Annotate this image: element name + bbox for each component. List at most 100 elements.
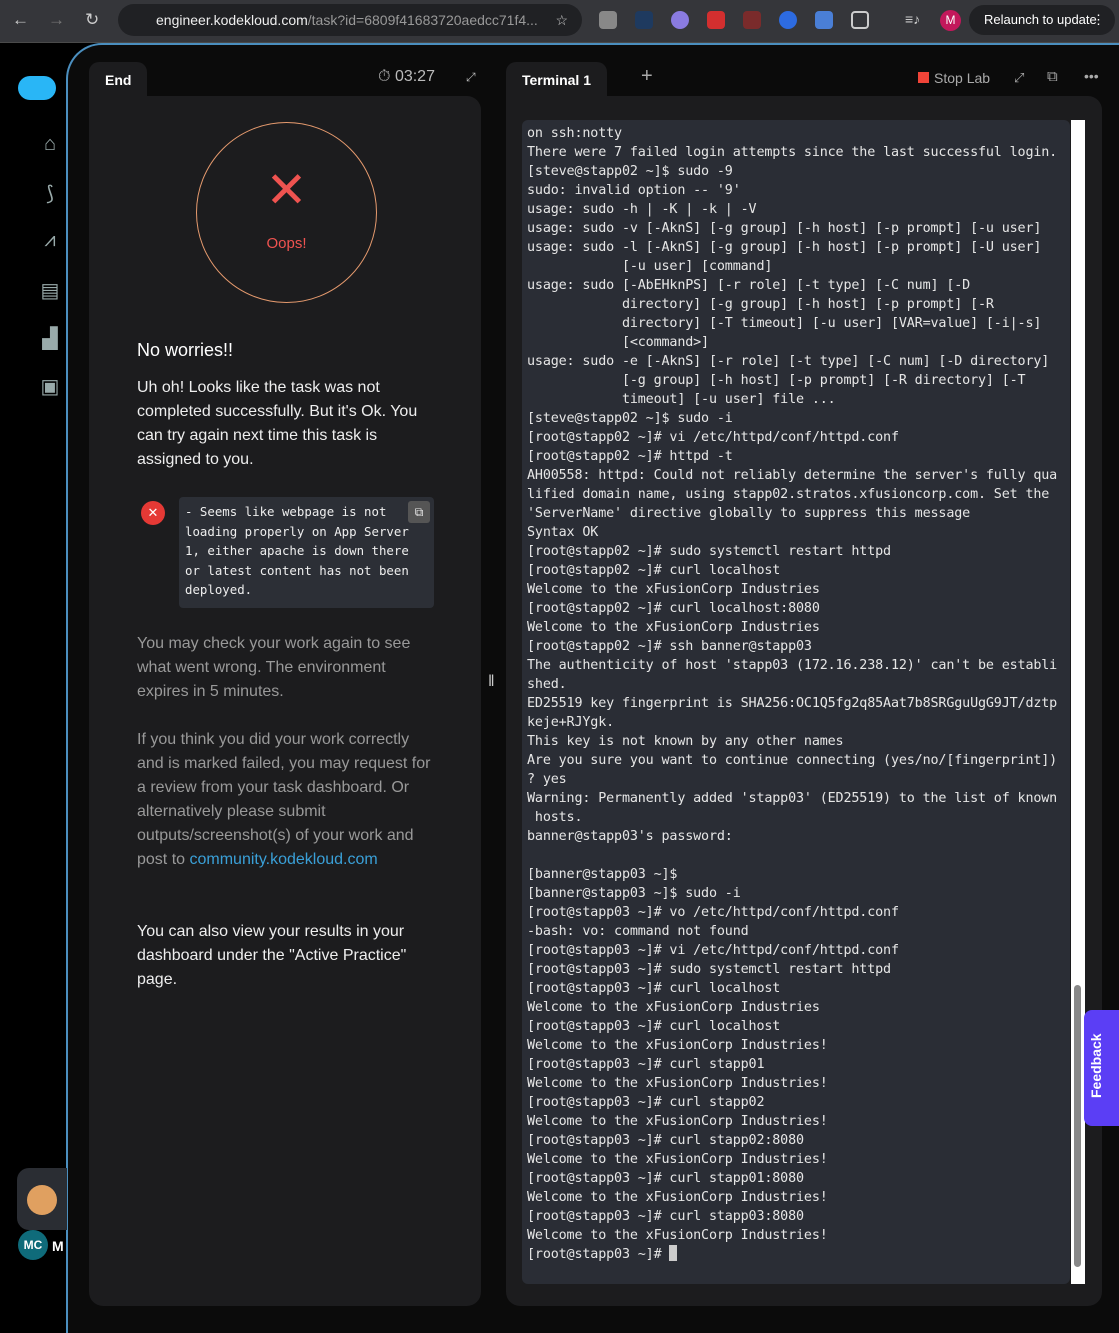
stopwatch-icon: ⏱ xyxy=(378,68,391,85)
terminal-line: timeout] [-u user] file ... xyxy=(621,392,836,407)
terminal-line: [-u user] [command] xyxy=(621,259,773,274)
error-icon: ✕ xyxy=(141,501,165,525)
terminal-line: [<command>] xyxy=(621,335,709,350)
stop-lab-button[interactable]: Stop Lab xyxy=(918,70,990,86)
terminal-line: 'ServerName' directive globally to suppr… xyxy=(527,506,971,521)
terminal-line: [steve@stapp02 ~]$ sudo -9 xyxy=(527,164,733,179)
extension-icon[interactable] xyxy=(707,11,725,29)
terminal-line: [root@stapp02 ~]# vi /etc/httpd/conf/htt… xyxy=(527,430,899,445)
terminal-line: [root@stapp03 ~]# curl stapp01:8080 xyxy=(527,1171,804,1186)
terminal-line: [root@stapp02 ~]# curl localhost:8080 xyxy=(527,601,820,616)
courses-icon[interactable]: ▤ xyxy=(38,278,62,302)
terminal-line: [root@stapp03 ~]# vo /etc/httpd/conf/htt… xyxy=(527,905,899,920)
user-initials[interactable]: MC xyxy=(18,1230,48,1260)
extension-icon[interactable] xyxy=(779,11,797,29)
terminal-line: [banner@stapp03 ~]$ sudo -i xyxy=(527,886,741,901)
terminal-line: Warning: Permanently added 'stapp03' (ED… xyxy=(527,791,1058,806)
terminal-line: [root@stapp02 ~]# curl localhost xyxy=(527,563,781,578)
terminal-prompt: [root@stapp03 ~]# xyxy=(527,1247,670,1262)
home-icon[interactable]: ⌂ xyxy=(38,133,62,155)
progress-icon[interactable]: ⩘ xyxy=(38,229,62,251)
reload-icon[interactable]: ↻ xyxy=(85,10,99,30)
error-message-card: - Seems like webpage is not loading prop… xyxy=(179,497,434,608)
terminal-line: on ssh:notty xyxy=(527,126,622,141)
add-tab-button[interactable]: + xyxy=(641,65,653,88)
terminal-line: directory] [-T timeout] [-u user] [VAR=v… xyxy=(621,316,1042,331)
terminal-line: AH00558: httpd: Could not reliably deter… xyxy=(527,468,1058,483)
terminal-line: lified domain name, using stapp02.strato… xyxy=(527,487,1050,502)
review-text: If you think you did your work correctly… xyxy=(137,731,431,868)
back-icon[interactable]: ← xyxy=(12,10,29,30)
status-text: Oops! xyxy=(266,235,307,252)
terminal-line: Welcome to the xFusionCorp Industries xyxy=(527,620,820,635)
media-icon[interactable]: ≡♪ xyxy=(905,11,923,29)
scrollbar-thumb[interactable] xyxy=(1074,985,1081,1267)
terminal-line: [root@stapp03 ~]# sudo systemctl restart… xyxy=(527,962,891,977)
more-options-icon[interactable]: ••• xyxy=(1084,68,1099,84)
terminal-line: sudo: invalid option -- '9' xyxy=(527,183,741,198)
terminal-line: Welcome to the xFusionCorp Industries! xyxy=(527,1038,828,1053)
result-heading: No worries!! xyxy=(137,340,234,360)
feedback-button[interactable]: Feedback xyxy=(1084,1010,1119,1126)
result-message: Uh oh! Looks like the task was not compl… xyxy=(137,379,418,468)
forward-icon[interactable]: → xyxy=(48,10,65,30)
terminal-line: [root@stapp03 ~]# curl localhost xyxy=(527,981,781,996)
terminal-line: Welcome to the xFusionCorp Industries! xyxy=(527,1076,828,1091)
close-x-icon: ✕ xyxy=(265,162,308,218)
feedback-icon[interactable]: ▣ xyxy=(38,374,62,398)
timer: ⏱ 03:27 xyxy=(378,68,435,85)
terminal-line: -bash: vo: command not found xyxy=(527,924,749,939)
status-circle: ✕ Oops! xyxy=(196,122,377,303)
translate-icon[interactable] xyxy=(815,11,833,29)
extension-icon[interactable] xyxy=(671,11,689,29)
terminal-line: ED25519 key fingerprint is SHA256:OC1Q5f… xyxy=(527,696,1058,711)
terminal-line: usage: sudo -v [-AknS] [-g group] [-h ho… xyxy=(527,221,1042,236)
terminal-line: usage: sudo -l [-AknS] [-g group] [-h ho… xyxy=(527,240,1042,255)
terminal-line: Welcome to the xFusionCorp Industries! xyxy=(527,1152,828,1167)
avatar xyxy=(27,1185,57,1215)
terminal-line: shed. xyxy=(527,677,567,692)
terminal-line: [root@stapp03 ~]# curl localhost xyxy=(527,1019,781,1034)
user-card[interactable] xyxy=(17,1168,67,1230)
extension-icon[interactable] xyxy=(635,11,653,29)
community-link[interactable]: community.kodekloud.com xyxy=(189,851,377,868)
terminal-line: usage: sudo -e [-AknS] [-r role] [-t typ… xyxy=(527,354,1050,369)
reading-list-icon[interactable] xyxy=(599,11,617,29)
terminal-line: keje+RJYgk. xyxy=(527,715,615,730)
expand-icon[interactable]: ⤢ xyxy=(1014,70,1024,86)
terminal-line: [root@stapp02 ~]# httpd -t xyxy=(527,449,733,464)
terminal-line: Are you sure you want to continue connec… xyxy=(527,753,1058,768)
terminal-line: banner@stapp03's password: xyxy=(527,829,733,844)
user-name: M xyxy=(52,1238,64,1254)
bookmark-star-icon[interactable]: ☆ xyxy=(555,12,568,29)
terminal-line: [-g group] [-h host] [-p prompt] [-R dir… xyxy=(621,373,1026,388)
terminal-line: Welcome to the xFusionCorp Industries xyxy=(527,582,820,597)
terminal-scrollbar[interactable] xyxy=(1071,120,1085,1284)
terminal-line: usage: sudo -h | -K | -k | -V xyxy=(527,202,757,217)
kodekloud-logo[interactable] xyxy=(18,76,56,100)
stop-icon xyxy=(918,72,929,83)
expand-icon[interactable]: ⤢ xyxy=(466,70,476,85)
terminal-line: Welcome to the xFusionCorp Industries! xyxy=(527,1114,828,1129)
terminal-line: [root@stapp03 ~]# vi /etc/httpd/conf/htt… xyxy=(527,943,899,958)
tab-end[interactable]: End xyxy=(89,62,148,98)
tab-terminal-1[interactable]: Terminal 1 xyxy=(506,62,607,98)
open-external-icon[interactable]: ⧉ xyxy=(1047,68,1058,85)
terminal-output[interactable]: on ssh:notty There were 7 failed login a… xyxy=(522,120,1070,1284)
puzzle-icon[interactable] xyxy=(851,11,869,29)
copy-icon[interactable]: ⧉ xyxy=(408,501,430,523)
resize-handle[interactable]: ‖ xyxy=(488,673,495,691)
leaderboard-icon[interactable]: ▟ xyxy=(38,326,62,350)
address-bar[interactable]: engineer.kodekloud.com/task?id=6809f4168… xyxy=(118,4,582,36)
profile-avatar[interactable]: M xyxy=(940,10,961,31)
check-again-text: You may check your work again to see wha… xyxy=(137,635,411,700)
terminal-line: [root@stapp02 ~]# sudo systemctl restart… xyxy=(527,544,891,559)
pdf-extension-icon[interactable] xyxy=(743,11,761,29)
terminal-line: hosts. xyxy=(534,810,583,825)
terminal-line: [root@stapp02 ~]# ssh banner@stapp03 xyxy=(527,639,812,654)
relaunch-button[interactable]: Relaunch to update ⋮ xyxy=(969,5,1115,35)
terminal-line: directory] [-g group] [-h host] [-p prom… xyxy=(621,297,994,312)
terminal-line: usage: sudo [-AbEHknPS] [-r role] [-t ty… xyxy=(527,278,971,293)
terminal-line: Syntax OK xyxy=(527,525,599,540)
roadmap-icon[interactable]: ⟆ xyxy=(38,181,62,205)
